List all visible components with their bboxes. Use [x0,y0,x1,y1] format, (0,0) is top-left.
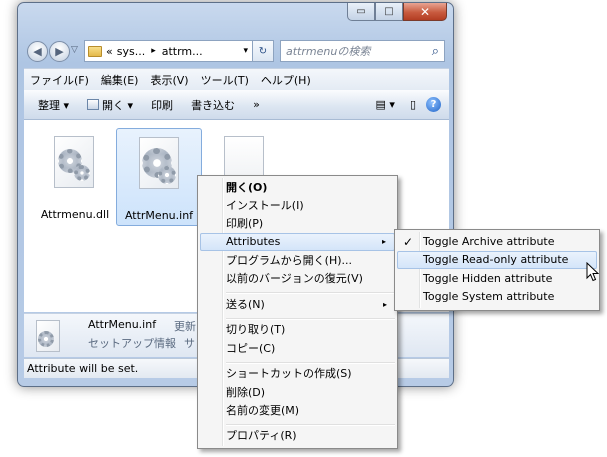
menu-help[interactable]: ヘルプ(H) [255,72,317,88]
breadcrumb-separator-icon[interactable]: ▸ [151,46,156,56]
menu-separator [226,318,395,320]
attributes-submenu: ✓ Toggle Archive attribute Toggle Read-o… [394,229,600,311]
check-icon: ✓ [403,235,414,249]
file-item-selected[interactable]: AttrMenu.inf [116,128,202,226]
details-file-icon [36,320,60,352]
file-item[interactable]: Attrmenu.dll [32,128,118,226]
menu-item-install[interactable]: インストール(I) [200,197,395,215]
refresh-button[interactable]: ↻ [253,40,274,62]
help-button[interactable]: ? [422,97,449,112]
organize-label: 整理 ▾ [38,98,70,112]
gear-icon [38,331,54,347]
menu-separator [226,424,395,426]
file-name: AttrMenu.inf [124,209,194,222]
menu-item-send-to[interactable]: 送る(N) ▸ [200,296,395,314]
organize-button[interactable]: 整理 ▾ [24,97,78,113]
details-file-name: AttrMenu.inf [88,318,157,331]
menu-item-cut[interactable]: 切り取り(T) [200,321,395,339]
submenu-item-toggle-hidden[interactable]: Toggle Hidden attribute [397,270,597,288]
menu-bar: ファイル(F) 編集(E) 表示(V) ツール(T) ヘルプ(H) [24,68,449,91]
address-dropdown-icon[interactable]: ▾ [243,46,248,56]
breadcrumb-item-system[interactable]: sys... [117,45,145,58]
dll-file-icon [54,136,94,188]
preview-pane-button[interactable]: ▯ [404,98,422,111]
menu-tools[interactable]: ツール(T) [195,72,255,88]
search-placeholder: attrmenuの検索 [286,45,371,58]
submenu-arrow-icon: ▸ [381,237,386,246]
submenu-item-label: Toggle Archive attribute [423,235,555,248]
menu-edit[interactable]: 編集(E) [95,72,145,88]
menu-item-copy[interactable]: コピー(C) [200,340,395,358]
caption-buttons: ▭ □ ✕ [347,3,447,22]
context-menu: 開く(O) インストール(I) 印刷(P) Attributes ▸ プログラム… [197,175,398,449]
details-size-label: サ [184,337,195,350]
open-icon [87,99,100,110]
burn-label: 書き込む [191,98,236,112]
minimize-button[interactable]: ▭ [347,3,375,21]
search-input[interactable]: attrmenuの検索 ⌕ [280,40,445,62]
menu-separator [226,292,395,294]
menu-view[interactable]: 表示(V) [144,72,194,88]
breadcrumb-overflow[interactable]: « [106,45,113,58]
menu-item-open-with[interactable]: プログラムから開く(H)... [200,252,395,270]
open-label: 開く ▾ [102,98,134,112]
history-dropdown-icon[interactable]: ▽ [71,45,78,55]
inf-file-icon [139,137,179,189]
back-button[interactable]: ◀ [27,41,48,62]
menu-item-restore-versions[interactable]: 以前のバージョンの復元(V) [200,270,395,288]
details-file-type: セットアップ情報 [88,337,176,350]
folder-icon [88,45,102,57]
refresh-icon: ↻ [258,45,268,57]
search-icon[interactable]: ⌕ [432,44,439,59]
menu-item-delete[interactable]: 削除(D) [200,384,395,402]
pane-icon: ▯ [409,98,416,111]
forward-button[interactable]: ▶ [49,41,70,62]
forward-icon: ▶ [55,45,64,58]
menu-item-properties[interactable]: プロパティ(R) [200,427,395,445]
print-label: 印刷 [151,98,174,112]
menu-file[interactable]: ファイル(F) [24,72,95,88]
submenu-item-toggle-read-only[interactable]: Toggle Read-only attribute [397,251,597,269]
breadcrumb-item-attrmenu[interactable]: attrm... [162,45,203,58]
file-name: Attrmenu.dll [40,208,110,221]
more-commands-button[interactable]: » [244,98,269,111]
address-bar[interactable]: « sys... ▸ attrm... ▾ [84,40,253,62]
command-toolbar: 整理 ▾ 開く ▾ 印刷 書き込む » ▤ ▾ ▯ ? [24,90,449,120]
menu-item-open[interactable]: 開く(O) [200,179,395,197]
view-icon: ▤ ▾ [375,98,395,111]
more-icon: » [253,98,260,111]
maximize-button[interactable]: □ [375,3,403,21]
status-text: Attribute will be set. [27,362,139,375]
back-icon: ◀ [33,45,42,58]
details-modified-label: 更新 [174,320,196,333]
submenu-item-toggle-archive[interactable]: ✓ Toggle Archive attribute [397,233,597,251]
menu-item-print[interactable]: 印刷(P) [200,215,395,233]
menu-item-create-shortcut[interactable]: ショートカットの作成(S) [200,365,395,383]
menu-item-attributes[interactable]: Attributes ▸ [200,233,395,251]
burn-button[interactable]: 書き込む [182,97,244,113]
submenu-arrow-icon: ▸ [382,300,387,309]
menu-separator [226,362,395,364]
print-button[interactable]: 印刷 [142,97,182,113]
gear-icon [158,166,176,184]
mouse-pointer-icon [586,262,599,282]
view-options-button[interactable]: ▤ ▾ [367,98,404,111]
gear-icon [74,165,90,181]
open-button[interactable]: 開く ▾ [78,97,142,113]
submenu-item-toggle-system[interactable]: Toggle System attribute [397,288,597,306]
menu-item-rename[interactable]: 名前の変更(M) [200,402,395,420]
menu-item-label: Attributes [226,235,281,248]
close-button[interactable]: ✕ [403,3,447,21]
menu-item-label: 送る(N) [226,298,265,311]
help-icon: ? [426,97,441,112]
